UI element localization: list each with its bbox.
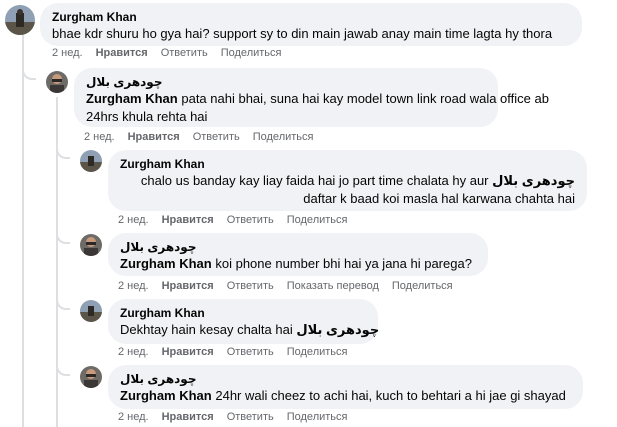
- like-button[interactable]: Нравится: [96, 47, 148, 59]
- avatar[interactable]: [80, 366, 102, 388]
- reply-button[interactable]: Ответить: [227, 280, 274, 292]
- like-button[interactable]: Нравится: [162, 214, 214, 226]
- comment-actions: 2 нед. Нравится Ответить Поделиться: [84, 131, 326, 143]
- comment-actions: 2 нед. Нравится Ответить Поделиться: [118, 214, 360, 226]
- comment-time[interactable]: 2 нед.: [118, 346, 149, 358]
- comment-author[interactable]: چودھری بلال: [120, 239, 476, 255]
- thread-connector: [56, 145, 70, 159]
- thread-connector: [22, 66, 36, 80]
- share-button[interactable]: Поделиться: [287, 411, 348, 423]
- avatar[interactable]: [80, 300, 102, 322]
- share-button[interactable]: Поделиться: [221, 47, 282, 59]
- comment-author[interactable]: چودھری بلال: [120, 371, 571, 387]
- comment-bubble: چودھری بلال Zurgham Khan koi phone numbe…: [108, 233, 488, 276]
- comment-text-line: 24hr wali cheez to achi hai, kuch to beh…: [215, 388, 566, 403]
- comment-text-line: 24hrs khula rehta hai: [86, 109, 208, 124]
- comment-actions: 2 нед. Нравится Ответить Поделиться: [118, 411, 360, 423]
- thread-line: [22, 32, 24, 427]
- comment-bubble: چودھری بلال Zurgham Khan pata nahi bhai,…: [74, 68, 549, 127]
- comment-actions: 2 нед. Нравится Ответить Показать перевод По…: [118, 280, 466, 292]
- comment-text: Dekhtay hain kesay chalta hai چودھری بلا…: [120, 321, 379, 339]
- comment-actions: 2 нед. Нравится Ответить Поделиться: [118, 346, 360, 358]
- reply-button[interactable]: Ответить: [227, 411, 274, 423]
- avatar[interactable]: [80, 150, 102, 172]
- mention-link[interactable]: چودھری بلال: [296, 322, 379, 337]
- comment-time[interactable]: 2 нед.: [84, 131, 115, 143]
- comment-bubble: Zurgham Khan چودھری بلال chalo us banday…: [108, 150, 587, 211]
- comment-author[interactable]: چودھری بلال: [86, 74, 486, 90]
- reply-button[interactable]: Ответить: [193, 131, 240, 143]
- comment-time[interactable]: 2 нед.: [118, 280, 149, 292]
- mention-link[interactable]: چودھری بلال: [492, 173, 575, 188]
- share-button[interactable]: Поделиться: [287, 214, 348, 226]
- share-button[interactable]: Поделиться: [392, 280, 453, 292]
- comment-text-line: daftar k baad koi masla hal karwana chah…: [303, 191, 575, 206]
- reply-button[interactable]: Ответить: [227, 346, 274, 358]
- share-button[interactable]: Поделиться: [287, 346, 348, 358]
- comment-text-line: pata nahi bhai, suna hai kay model town …: [181, 91, 549, 106]
- like-button[interactable]: Нравится: [162, 346, 214, 358]
- comment-bubble: چودھری بلال Zurgham Khan 24hr wali cheez…: [108, 365, 583, 409]
- mention-link[interactable]: Zurgham Khan: [120, 388, 212, 403]
- thread-connector: [56, 230, 70, 244]
- comment-text: Zurgham Khan pata nahi bhai, suna hai ka…: [86, 90, 549, 108]
- thread-connector: [56, 362, 70, 376]
- comment-time[interactable]: 2 нед.: [118, 214, 149, 226]
- comment-bubble: Zurgham Khan Dekhtay hain kesay chalta h…: [108, 299, 379, 344]
- thread-connector: [56, 296, 70, 310]
- reply-button[interactable]: Ответить: [161, 47, 208, 59]
- comment-time[interactable]: 2 нед.: [52, 47, 83, 59]
- reply-button[interactable]: Ответить: [227, 214, 274, 226]
- comment-actions: 2 нед. Нравится Ответить Поделиться: [52, 47, 294, 59]
- comment-text-line: koi phone number bhi hai ya jana hi pare…: [215, 256, 472, 271]
- comment-author[interactable]: Zurgham Khan: [120, 305, 366, 321]
- comment-time[interactable]: 2 нед.: [118, 411, 149, 423]
- avatar[interactable]: [80, 234, 102, 256]
- comment-text: چودھری بلال chalo us banday kay liay fai…: [120, 172, 575, 190]
- mention-link[interactable]: Zurgham Khan: [120, 256, 212, 271]
- mention-link[interactable]: Zurgham Khan: [86, 91, 178, 106]
- comment-text-line: chalo us banday kay liay faida hai jo pa…: [140, 173, 489, 188]
- avatar[interactable]: [5, 5, 35, 35]
- like-button[interactable]: Нравится: [128, 131, 180, 143]
- like-button[interactable]: Нравится: [162, 411, 214, 423]
- comment-bubble: Zurgham Khan bhae kdr shuru ho gya hai? …: [40, 3, 582, 46]
- comment-text-line: Dekhtay hain kesay chalta hai: [120, 322, 293, 337]
- share-button[interactable]: Поделиться: [253, 131, 314, 143]
- comment-author[interactable]: Zurgham Khan: [120, 156, 575, 172]
- comment-text: Zurgham Khan koi phone number bhi hai ya…: [120, 255, 476, 273]
- comment-text: Zurgham Khan 24hr wali cheez to achi hai…: [120, 387, 571, 405]
- translate-button[interactable]: Показать перевод: [287, 280, 379, 292]
- like-button[interactable]: Нравится: [162, 280, 214, 292]
- comment-author[interactable]: Zurgham Khan: [52, 9, 570, 25]
- comment-text: bhae kdr shuru ho gya hai? support sy to…: [52, 26, 553, 41]
- avatar[interactable]: [46, 71, 68, 93]
